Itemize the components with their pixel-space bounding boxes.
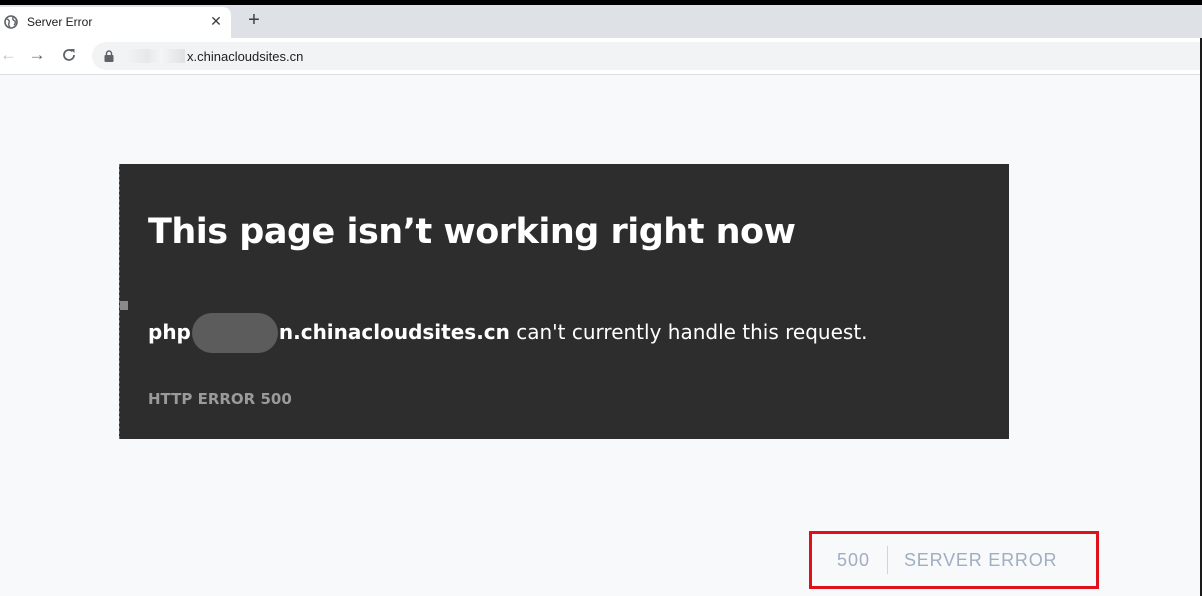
status-text: SERVER ERROR (904, 550, 1058, 570)
browser-toolbar: ← → x.chinacloudsites.cn (0, 38, 1202, 75)
host-prefix: php (148, 320, 191, 344)
error-message-text: can't currently handle this request. (509, 320, 868, 344)
error-card: This page isn’t working right now php n.c… (119, 164, 1009, 439)
host-redaction (191, 313, 278, 353)
url-visible-text: x.chinacloudsites.cn (187, 49, 304, 64)
status-code: 500 (837, 550, 871, 570)
back-button[interactable]: ← (0, 46, 17, 64)
error-heading: This page isn’t working right now (148, 212, 796, 252)
tab-server-error[interactable]: Server Error ✕ (0, 7, 231, 38)
new-tab-button[interactable]: + (243, 9, 265, 31)
browser-window: Server Error ✕ + ← → x.chinacloudsites.c… (0, 5, 1202, 596)
url-text: x.chinacloudsites.cn (127, 49, 303, 64)
host-suffix: n.chinacloudsites.cn (278, 320, 510, 344)
url-redaction (127, 49, 185, 63)
tab-close-icon[interactable]: ✕ (208, 13, 224, 29)
reload-icon[interactable] (60, 46, 78, 64)
forward-button[interactable]: → (28, 46, 46, 64)
error-message: php n.chinacloudsites.cn can't currently … (148, 313, 868, 353)
tab-strip: Server Error ✕ + (0, 5, 1202, 38)
tab-title: Server Error (27, 15, 93, 29)
status-highlight: 500 SERVER ERROR (809, 531, 1099, 589)
http-error-code: HTTP ERROR 500 (148, 390, 292, 408)
globe-icon (4, 15, 18, 29)
card-marker (120, 301, 128, 310)
lock-icon (104, 50, 114, 62)
address-bar[interactable]: x.chinacloudsites.cn (92, 42, 1202, 70)
status-divider (887, 546, 888, 574)
